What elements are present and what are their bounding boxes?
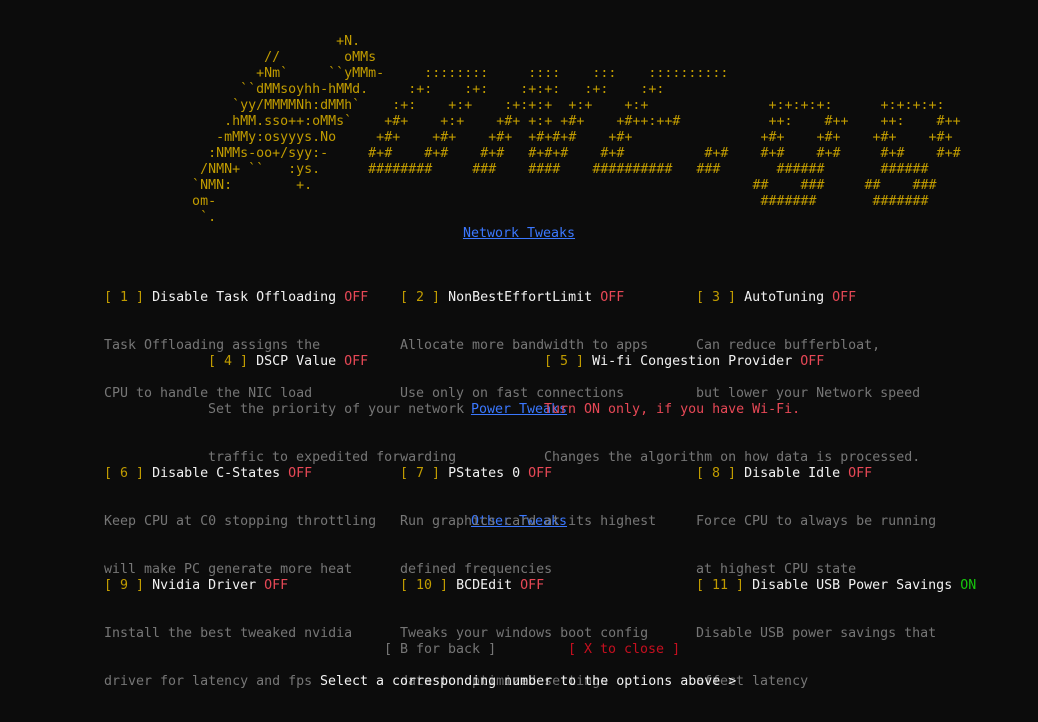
ascii-line: .hMM.sso++:oMMs` +#+ +:+ +#+ +:+ +#+ +#+… [104,114,961,129]
option-state: OFF [520,578,545,593]
option-state: OFF [528,466,553,481]
ascii-line: /NMN+ `` :ys. ######## ### #### ########… [104,162,929,177]
section-title-network: Network Tweaks [462,226,576,241]
ascii-line: `NMN: +. ## ### ## ### [104,178,937,193]
option-state: OFF [288,466,313,481]
ascii-line: `yy/MMMMNh:dMMh` :+: +:+ :+:+:+ +:+ +:+ … [104,98,945,113]
option-title: AutoTuning [744,290,825,305]
option-number: 6 [120,466,129,481]
option-desc: Disable USB power savings that [696,626,937,641]
option-desc: Force CPU to always be running [696,514,937,529]
ascii-line: // oMMs [104,50,377,65]
ascii-line: +Nm` ``yMMm- :::::::: :::: ::: :::::::::… [104,66,729,81]
option-title: Disable C-States [152,466,281,481]
option-title: Nvidia Driver [152,578,257,593]
option-number: 9 [120,578,129,593]
option-state: OFF [344,290,369,305]
option-number: 3 [712,290,721,305]
option-title: BCDEdit [456,578,513,593]
option-desc: Tweaks your windows boot config [400,626,649,641]
option-number: 5 [560,354,569,369]
option-desc: Install the best tweaked nvidia [104,626,353,641]
option-title: Wi-fi Congestion Provider [592,354,793,369]
option-state: OFF [344,354,369,369]
option-number: 1 [120,290,129,305]
input-prompt[interactable]: Select a corresponding number to the opt… [320,674,736,690]
option-warning: Turn ON only, if you have Wi-Fi. [544,402,801,417]
ascii-line: :NMMs-oo+/syy:- #+# #+# #+# #+#+# #+# #+… [104,146,961,161]
option-number: 2 [416,290,425,305]
option-state: OFF [832,290,857,305]
option-desc: driver for latency and fps [104,674,313,689]
option-state: ON [960,578,977,593]
ascii-line: -mMMy:osyyys.No +#+ +#+ +#+ +#+#+# +#+ +… [104,130,953,145]
option-state: OFF [600,290,625,305]
option-title: Disable Task Offloading [152,290,337,305]
option-title: PStates 0 [448,466,521,481]
option-desc: affect latency [696,674,809,689]
ascii-line: om- ####### ####### [104,194,929,209]
option-title: Disable USB Power Savings [752,578,953,593]
option-number: 7 [416,466,425,481]
option-title: DSCP Value [256,354,337,369]
option-desc: Set the priority of your network [208,402,465,417]
ascii-line: ``dMMsoyhh-hMMd. :+: :+: :+:+: :+: :+: [104,82,665,97]
option-title: Disable Idle [744,466,841,481]
option-number: 8 [712,466,721,481]
close-button[interactable]: [ X to close ] [568,642,680,658]
ascii-logo: +N. // oMMs +Nm` ``yMMm- :::::::: :::: :… [104,34,961,226]
option-number: 4 [224,354,233,369]
option-desc: Run graphics card at its highest [400,514,657,529]
option-title: NonBestEffortLimit [448,290,593,305]
back-button[interactable]: [ B for back ] [384,642,496,658]
ascii-line: +N. [104,34,361,49]
option-state: OFF [264,578,289,593]
option-disable-usb-power-savings[interactable]: [ 11 ] Disable USB Power Savings ON Disa… [696,546,976,706]
option-number: 10 [416,578,433,593]
option-desc: Keep CPU at C0 stopping throttling [104,514,377,529]
ascii-line: `. [104,210,217,225]
option-state: OFF [848,466,873,481]
option-number: 11 [712,578,729,593]
option-nvidia-driver[interactable]: [ 9 ] Nvidia Driver OFF Install the best… [104,546,352,706]
option-state: OFF [800,354,825,369]
